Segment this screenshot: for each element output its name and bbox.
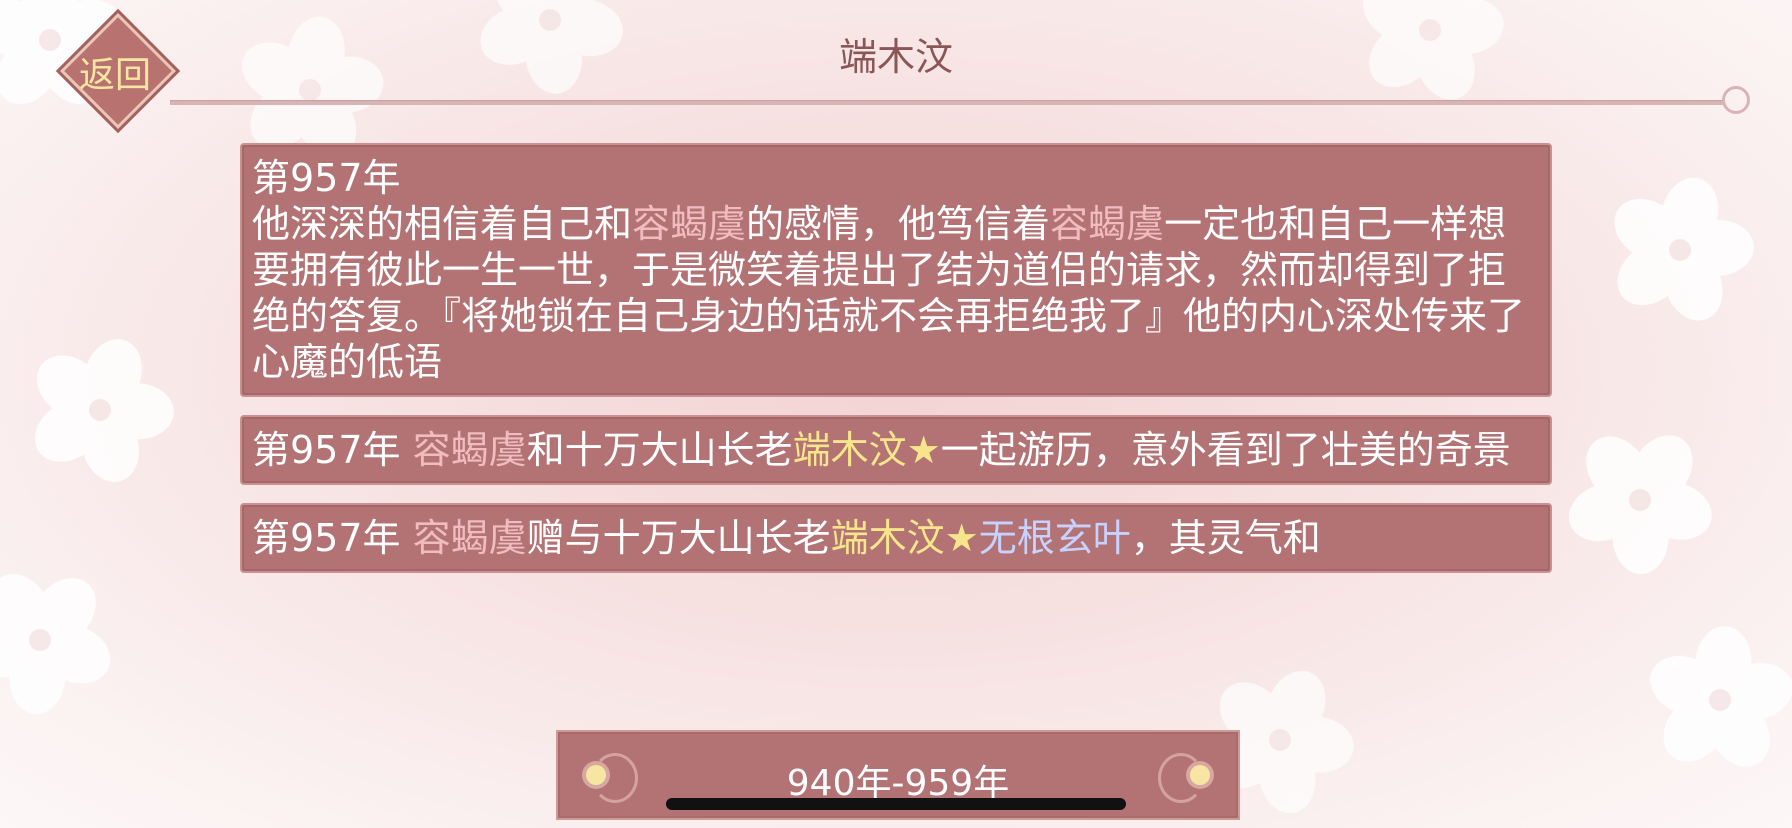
event-text-segment: 第957年 xyxy=(252,516,413,560)
elder-name-highlight: 端木汶★ xyxy=(792,428,941,472)
event-text-segment: 一起游历，意外看到了壮美的奇景 xyxy=(940,428,1511,472)
background-flower-decoration xyxy=(1600,170,1760,330)
character-name-highlight: 容蝎虞 xyxy=(1050,202,1165,246)
ornate-right-arrow-icon[interactable] xyxy=(1158,747,1228,803)
event-log-list[interactable]: 第957年 他深深的相信着自己和容蝎虞的感情，他笃信着容蝎虞一定也和自己一样想要拥… xyxy=(240,143,1552,701)
event-text: 他深深的相信着自己和容蝎虞的感情，他笃信着容蝎虞一定也和自己一样想要拥有彼此一生… xyxy=(252,201,1538,385)
item-name-highlight: 无根玄叶 xyxy=(978,516,1131,560)
event-text: 第957年 容蝎虞和十万大山长老端木汶★一起游历，意外看到了壮美的奇景 xyxy=(252,427,1538,473)
event-text-segment: 赠与十万大山长老 xyxy=(526,516,831,560)
character-name-highlight: 容蝎虞 xyxy=(412,428,527,472)
page-title: 端木汶 xyxy=(838,35,953,79)
header-divider xyxy=(170,100,1725,105)
background-flower-decoration xyxy=(1640,620,1792,780)
swirl-ornament-icon xyxy=(1722,86,1750,114)
home-indicator xyxy=(666,798,1126,810)
character-name-highlight: 容蝎虞 xyxy=(632,202,747,246)
event-text-segment: 他深深的相信着自己和 xyxy=(252,202,633,246)
event-entry: 第957年 容蝎虞赠与十万大山长老端木汶★无根玄叶，其灵气和 xyxy=(240,503,1552,573)
elder-name-highlight: 端木汶★ xyxy=(830,516,979,560)
character-name-highlight: 容蝎虞 xyxy=(412,516,527,560)
event-entry: 第957年 他深深的相信着自己和容蝎虞的感情，他笃信着容蝎虞一定也和自己一样想要拥… xyxy=(240,143,1552,397)
background-flower-decoration xyxy=(1560,420,1720,580)
event-text-segment: 的感情，他笃信着 xyxy=(746,202,1051,246)
event-text: 第957年 容蝎虞赠与十万大山长老端木汶★无根玄叶，其灵气和 xyxy=(252,515,1538,561)
event-text-segment: 和十万大山长老 xyxy=(526,428,793,472)
background-flower-decoration xyxy=(20,330,180,490)
background-flower-decoration xyxy=(0,560,120,720)
event-text-segment: ，其灵气和 xyxy=(1130,516,1321,560)
event-year: 第957年 xyxy=(252,156,401,200)
event-text-segment: 第957年 xyxy=(252,428,413,472)
event-entry: 第957年 容蝎虞和十万大山长老端木汶★一起游历，意外看到了壮美的奇景 xyxy=(240,415,1552,485)
